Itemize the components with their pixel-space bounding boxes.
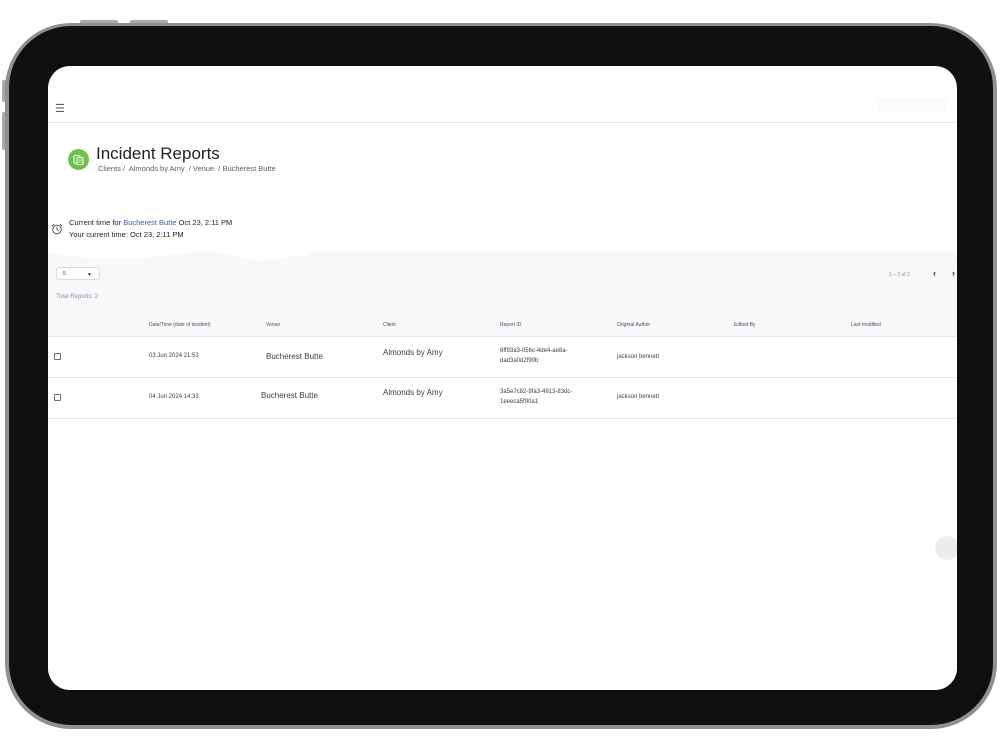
column-header-original-author[interactable]: Original Author xyxy=(617,322,650,328)
breadcrumb: Clients / Almonds by Amy / Venue / Buche… xyxy=(98,164,278,173)
cell-report-id-line2: 1eeeca5f90a1 xyxy=(500,399,539,405)
user-time-line: Your current time: Oct 23, 2:11 PM xyxy=(69,230,184,239)
column-header-client[interactable]: Client xyxy=(383,322,396,328)
floating-action-button[interactable] xyxy=(935,536,957,560)
breadcrumb-client-name[interactable]: Almonds by Amy xyxy=(129,164,185,173)
top-bar: ☰ xyxy=(48,66,957,123)
app-screen: ☰ Incident Reports Clients / Almonds by … xyxy=(48,66,957,690)
page-header: Incident Reports Clients / Almonds by Am… xyxy=(48,123,957,193)
column-header-datetime[interactable]: Date/Time (date of incident) xyxy=(149,322,211,328)
alarm-clock-icon xyxy=(51,222,63,240)
cell-datetime: 03 Jun 2024 21:53 xyxy=(149,353,199,359)
venue-time-venue[interactable]: Bucherest Butte xyxy=(123,218,176,227)
cell-author: jackson bennett xyxy=(617,394,660,400)
reports-panel: 5 ▼ Total Reports: 2 1 – 2 of 2 ‹ › Date… xyxy=(48,246,957,690)
cell-datetime: 04 Jun 2024 14:33 xyxy=(149,394,199,400)
cell-venue: Bucherest Butte xyxy=(266,352,323,361)
cell-venue: Bucherest Butte xyxy=(261,391,318,400)
venue-time-value: Oct 23, 2:11 PM xyxy=(178,218,233,227)
table-row[interactable]: 04 Jun 2024 14:33 Bucherest Butte Almond… xyxy=(48,378,957,419)
pagination-range: 1 – 2 of 2 xyxy=(889,272,910,278)
column-header-report-id[interactable]: Report ID xyxy=(500,322,521,328)
cell-report-id-line2: dad3a0d2f90b xyxy=(500,358,539,364)
user-time-prefix: Your current time: xyxy=(69,230,128,239)
total-reports: Total Reports: 2 xyxy=(56,294,99,300)
cell-author: jackson bennett xyxy=(617,354,660,360)
cell-client: Almonds by Amy xyxy=(383,348,443,357)
table-header: Date/Time (date of incident) Venue Clien… xyxy=(48,310,957,337)
top-bar-placeholder xyxy=(877,98,947,112)
breadcrumb-venue-name: Bucherest Butte xyxy=(222,164,276,173)
venue-time-prefix: Current time for xyxy=(69,218,122,227)
chevron-right-icon[interactable]: › xyxy=(952,268,955,278)
row-checkbox[interactable] xyxy=(54,394,61,401)
cell-report-id-line1: 3a5e7c82-9fa3-4913-83dc- xyxy=(500,389,573,395)
chevron-left-icon[interactable]: ‹ xyxy=(933,268,936,278)
report-icon xyxy=(68,149,89,170)
column-header-venue[interactable]: Venue xyxy=(266,322,280,328)
page-size-select[interactable]: 5 ▼ xyxy=(56,267,100,280)
decorative-wave xyxy=(48,246,308,261)
column-header-edited-by[interactable]: Edited By xyxy=(734,322,755,328)
cell-report-id-line1: 6ff93a3-056c-4de4-ae8a- xyxy=(500,348,568,354)
breadcrumb-venue[interactable]: / Venue xyxy=(189,164,214,173)
table-controls: 5 ▼ Total Reports: 2 1 – 2 of 2 ‹ › xyxy=(48,246,957,310)
breadcrumb-clients[interactable]: Clients / xyxy=(98,164,125,173)
column-header-last-modified[interactable]: Last modified xyxy=(851,322,881,328)
page-size-value: 5 xyxy=(63,271,66,277)
row-checkbox[interactable] xyxy=(54,353,61,360)
caret-down-icon: ▼ xyxy=(87,272,92,278)
page-title: Incident Reports xyxy=(96,144,220,163)
table-row[interactable]: 03 Jun 2024 21:53 Bucherest Butte Almond… xyxy=(48,337,957,378)
user-time-value: Oct 23, 2:11 PM xyxy=(130,230,184,239)
cell-client: Almonds by Amy xyxy=(383,388,443,397)
venue-time-line: Current time for Bucherest Butte Oct 23,… xyxy=(69,218,232,227)
hamburger-icon[interactable]: ☰ xyxy=(55,104,65,115)
